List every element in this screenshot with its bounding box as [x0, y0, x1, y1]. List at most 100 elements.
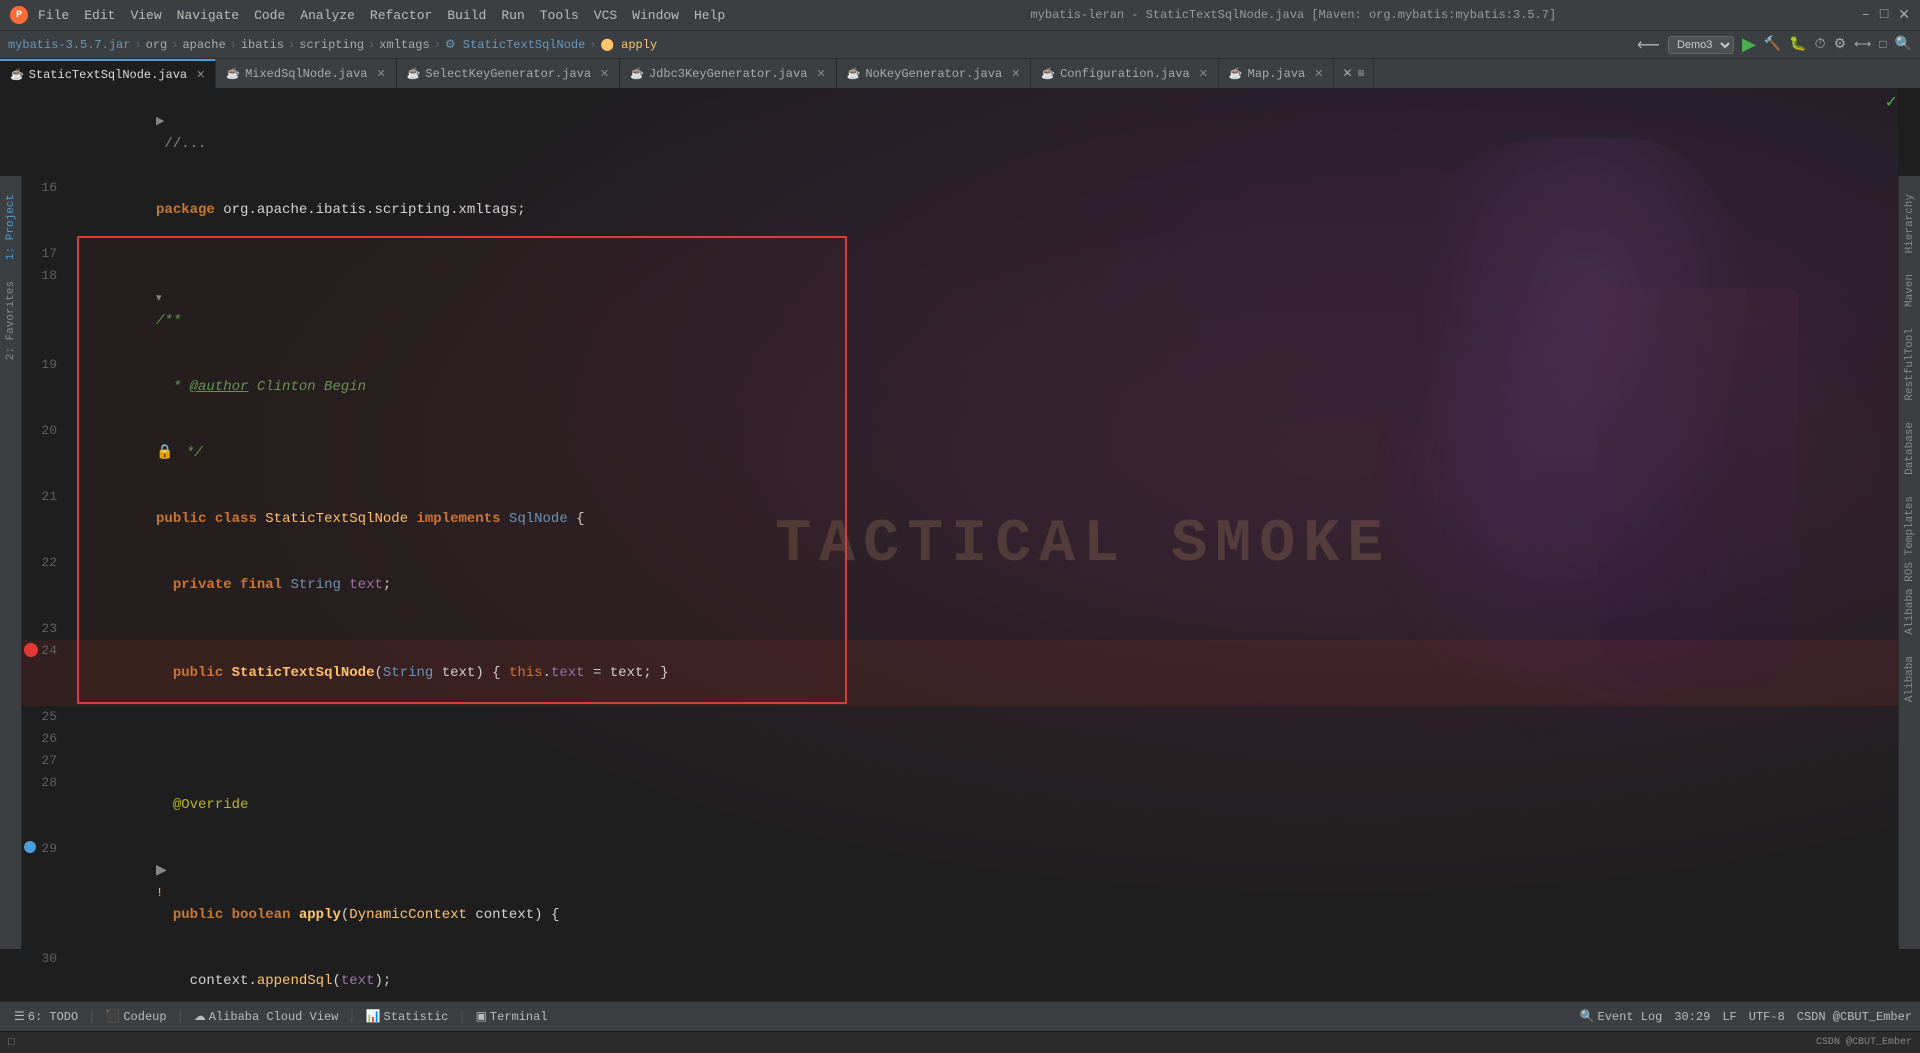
code-line-25: 25 — [22, 706, 1898, 728]
bc-ibatis[interactable]: ibatis — [241, 38, 284, 52]
terminal-btn[interactable]: ▣ Terminal — [470, 1007, 554, 1026]
menu-help[interactable]: Help — [694, 8, 725, 23]
tab-label-jdbc3key: Jdbc3KeyGenerator.java — [649, 67, 807, 81]
run-button[interactable]: ▶ — [1742, 34, 1756, 56]
tab-close-selectkey[interactable]: ✕ — [600, 67, 609, 81]
divider-2: | — [177, 1010, 184, 1024]
editor-area: TACTICAL SMOKE ▶ //... 16 package org.ap… — [22, 88, 1898, 1001]
menu-edit[interactable]: Edit — [84, 8, 115, 23]
code-line-29: 29 ▶ ! public boolean apply(DynamicConte… — [22, 838, 1898, 948]
menu-file[interactable]: File — [38, 8, 69, 23]
build-button[interactable]: 🔨 — [1764, 36, 1781, 53]
menu-navigate[interactable]: Navigate — [177, 8, 239, 23]
divider-3: | — [348, 1010, 355, 1024]
sidebar-database[interactable]: Database — [1901, 414, 1919, 483]
toolbar-icon-4[interactable]: □ — [1879, 38, 1886, 52]
menu-vcs[interactable]: VCS — [594, 8, 617, 23]
sidebar-ros-templates[interactable]: Alibaba ROS Templates — [1901, 488, 1919, 643]
app-logo: P — [10, 6, 28, 24]
bc-class[interactable]: ⚙ StaticTextSqlNode — [445, 37, 585, 52]
menu-refactor[interactable]: Refactor — [370, 8, 432, 23]
bc-jar[interactable]: mybatis-3.5.7.jar — [8, 38, 130, 52]
sidebar-hierarchy[interactable]: Hierarchy — [1901, 186, 1919, 261]
tab-nokey[interactable]: ☕ NoKeyGenerator.java ✕ — [837, 59, 1032, 88]
debug-button[interactable]: 🐛 — [1789, 36, 1806, 53]
tab-close-all[interactable]: ✕ ≡ — [1334, 59, 1373, 88]
todo-btn[interactable]: ☰ 6: TODO — [8, 1007, 84, 1026]
encoding-indicator[interactable]: UTF-8 — [1749, 1010, 1785, 1024]
left-vertical-sidebar: 1: Project 2: Favorites — [0, 176, 22, 949]
event-log-btn[interactable]: 🔍 Event Log — [1580, 1009, 1663, 1024]
statistic-btn[interactable]: 📊 Statistic — [360, 1007, 455, 1026]
tab-close-statictext[interactable]: ✕ — [196, 68, 205, 82]
tab-selectkey[interactable]: ☕ SelectKeyGenerator.java ✕ — [397, 59, 621, 88]
window-controls[interactable]: – □ ✕ — [1861, 7, 1910, 24]
tab-label-config: Configuration.java — [1060, 67, 1190, 81]
settings-icon[interactable]: ⚙ — [1834, 36, 1847, 53]
tab-label-map: Map.java — [1248, 67, 1306, 81]
tab-bar: ☕ StaticTextSqlNode.java ✕ ☕ MixedSqlNod… — [0, 58, 1920, 88]
sidebar-item-project[interactable]: 1: Project — [2, 186, 20, 268]
terminal-label: Terminal — [490, 1010, 548, 1024]
profile-button[interactable]: ⏱ — [1815, 37, 1826, 53]
alibaba-cloud-btn[interactable]: ☁ Alibaba Cloud View — [188, 1007, 345, 1026]
code-line-19: 19 * @author Clinton Begin — [22, 354, 1898, 420]
menu-build[interactable]: Build — [447, 8, 486, 23]
tab-jdbc3key[interactable]: ☕ Jdbc3KeyGenerator.java ✕ — [620, 59, 836, 88]
tab-close-nokey[interactable]: ✕ — [1011, 67, 1020, 81]
tab-close-jdbc3key[interactable]: ✕ — [816, 67, 825, 81]
java-icon: ☕ — [10, 68, 24, 82]
bc-method[interactable]: ⬤ apply — [601, 37, 658, 52]
tab-close-map[interactable]: ✕ — [1314, 67, 1323, 81]
bc-apache[interactable]: apache — [182, 38, 225, 52]
code-line-26: 26 — [22, 728, 1898, 750]
menu-code[interactable]: Code — [254, 8, 285, 23]
sidebar-maven[interactable]: Maven — [1901, 266, 1919, 315]
tab-mixedsql[interactable]: ☕ MixedSqlNode.java ✕ — [216, 59, 396, 88]
tab-config[interactable]: ☕ Configuration.java ✕ — [1031, 59, 1219, 88]
menu-tools[interactable]: Tools — [540, 8, 579, 23]
memory-bar-bg: CSDN @CBUT_Ember — [1816, 1037, 1912, 1048]
codeup-icon: ⬛ — [105, 1009, 120, 1024]
run-config-select[interactable]: Demo3 — [1668, 36, 1734, 54]
codeup-btn[interactable]: ⬛ Codeup — [99, 1007, 172, 1026]
tab-map[interactable]: ☕ Map.java ✕ — [1219, 59, 1335, 88]
statistic-icon: 📊 — [366, 1009, 381, 1024]
maximize-button[interactable]: □ — [1880, 7, 1888, 23]
bc-org[interactable]: org — [146, 38, 168, 52]
bottom-toolbar: ☰ 6: TODO | ⬛ Codeup | ☁ Alibaba Cloud V… — [0, 1001, 1920, 1031]
tab-label-mixedsql: MixedSqlNode.java — [245, 67, 367, 81]
tab-statictext[interactable]: ☕ StaticTextSqlNode.java ✕ — [0, 59, 216, 88]
sidebar-item-favorites[interactable]: 2: Favorites — [2, 273, 20, 368]
minimize-button[interactable]: – — [1861, 7, 1869, 23]
terminal-icon: ▣ — [476, 1009, 487, 1024]
event-log-label: Event Log — [1598, 1010, 1663, 1024]
code-line-24: 24 public StaticTextSqlNode(String text)… — [22, 640, 1898, 706]
alibaba-label: Alibaba Cloud View — [209, 1010, 339, 1024]
toolbar-search[interactable]: 🔍 — [1895, 36, 1912, 53]
tab-label-statictext: StaticTextSqlNode.java — [29, 68, 187, 82]
toolbar-icon-3[interactable]: ⟷ — [1854, 37, 1871, 52]
csdn-label: CSDN @CBUT_Ember — [1797, 1010, 1912, 1024]
close-button[interactable]: ✕ — [1898, 7, 1910, 24]
menu-bar[interactable]: File Edit View Navigate Code Analyze Ref… — [38, 8, 725, 23]
menu-analyze[interactable]: Analyze — [300, 8, 355, 23]
line-ending-indicator[interactable]: LF — [1722, 1010, 1736, 1024]
sidebar-alibaba[interactable]: Alibaba — [1901, 648, 1919, 710]
menu-run[interactable]: Run — [501, 8, 524, 23]
menu-view[interactable]: View — [130, 8, 161, 23]
toolbar-icon-back[interactable]: ⟵ — [1637, 35, 1660, 55]
tab-label-nokey: NoKeyGenerator.java — [865, 67, 1002, 81]
statistic-label: Statistic — [384, 1010, 449, 1024]
sidebar-resttool[interactable]: RestfulTool — [1901, 320, 1919, 409]
todo-label: 6: TODO — [28, 1010, 78, 1024]
menu-window[interactable]: Window — [632, 8, 679, 23]
search-icon: 🔍 — [1580, 1009, 1595, 1024]
tab-close-config[interactable]: ✕ — [1199, 67, 1208, 81]
bc-xmltags[interactable]: xmltags — [379, 38, 429, 52]
bottom-right-status: CSDN @CBUT_Ember — [1816, 1037, 1912, 1048]
tab-close-mixedsql[interactable]: ✕ — [376, 67, 385, 81]
toolbar-right: ⟵ Demo3 ▶ 🔨 🐛 ⏱ ⚙ ⟷ □ 🔍 — [1637, 34, 1912, 56]
bc-scripting[interactable]: scripting — [299, 38, 364, 52]
codeup-label: Codeup — [123, 1010, 166, 1024]
